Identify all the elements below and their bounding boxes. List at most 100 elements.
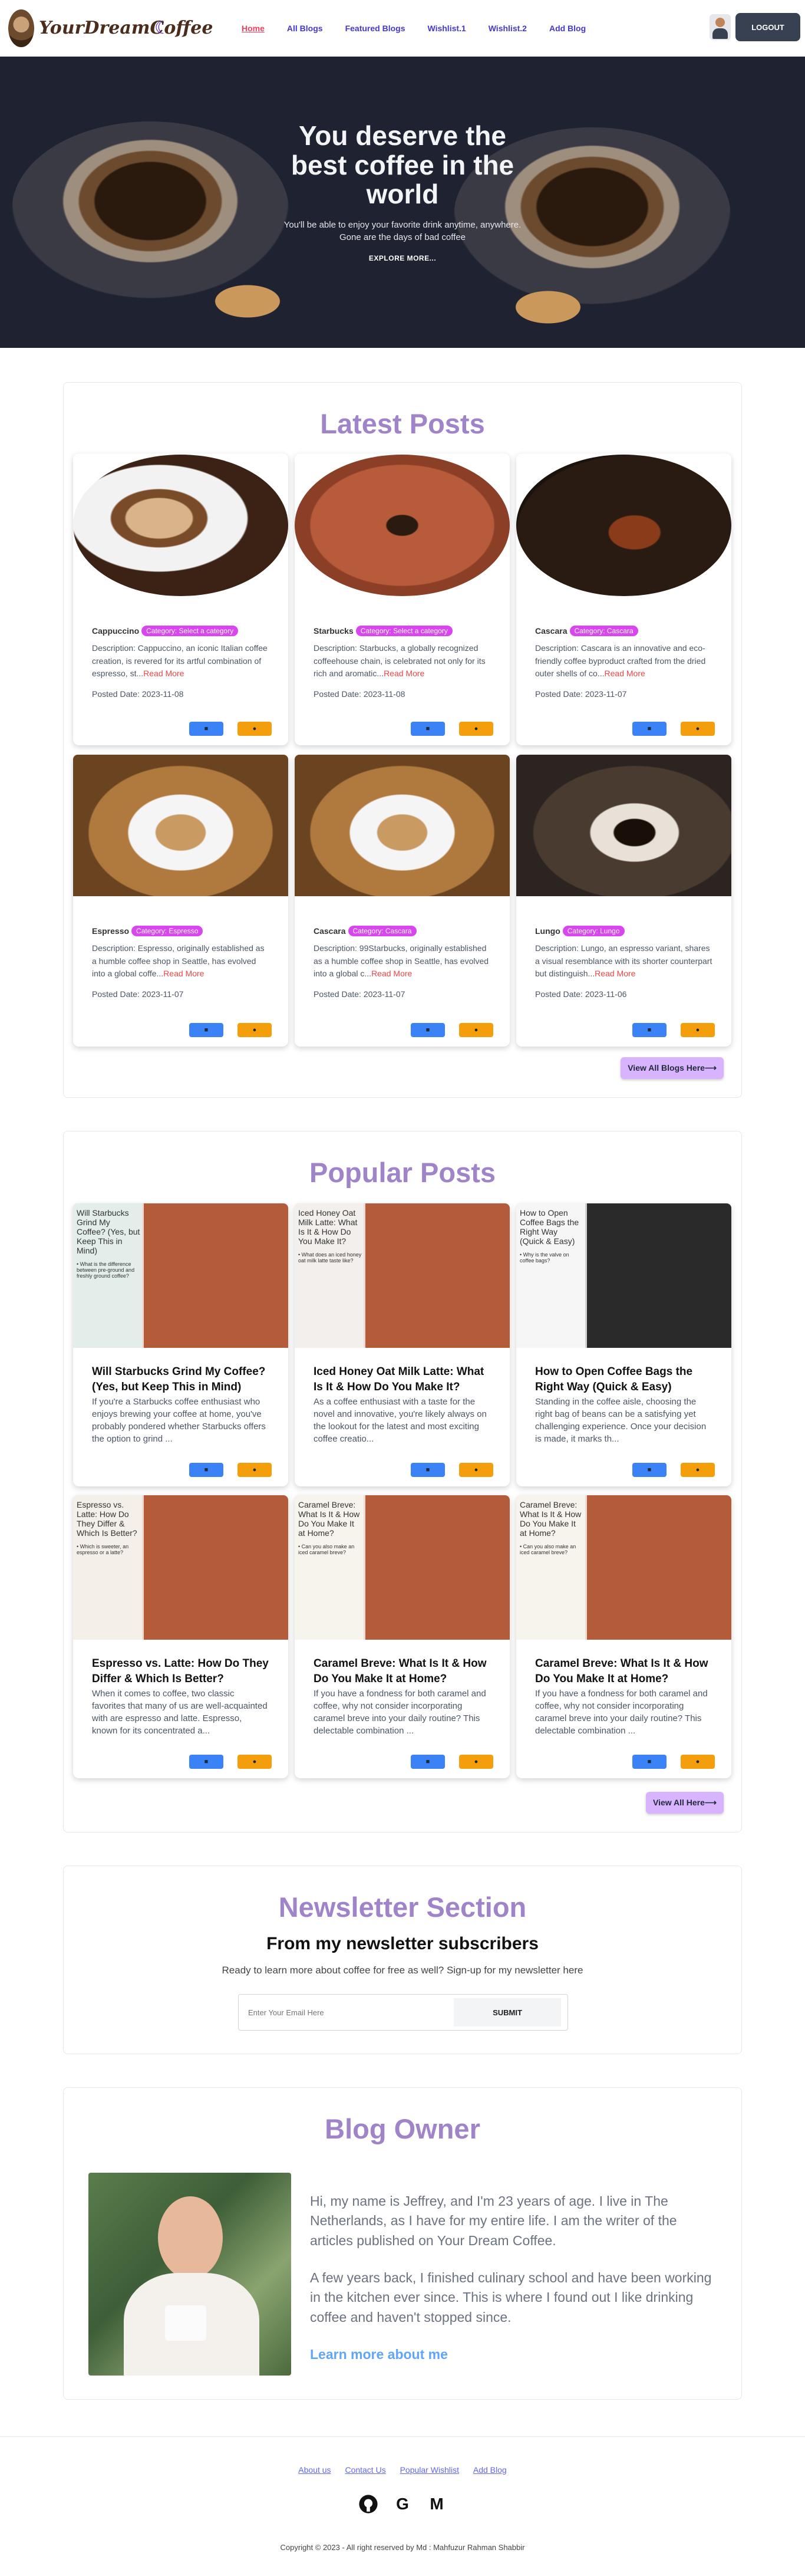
blog-owner-title: Blog Owner [325,2113,480,2144]
bookmark-button[interactable]: ■ [411,1023,445,1037]
nav-links: Home All Blogs Featured Blogs Wishlist.1… [242,24,586,33]
popular-card: Espresso vs. Latte: How Do They Differ &… [73,1495,288,1778]
view-button[interactable]: ● [681,1023,715,1037]
popular-card: Caramel Breve: What Is It & How Do You M… [295,1495,510,1778]
popular-description: When it comes to coffee, two classic fav… [92,1689,268,1736]
post-description: Description: Starbucks, a globally recog… [314,642,491,681]
popular-title[interactable]: Caramel Breve: What Is It & How Do You M… [535,1656,712,1686]
latest-posts-grid: Cappuccino Category: Select a category De… [73,453,732,1047]
popular-description: If you're a Starbucks coffee enthusiast … [92,1397,266,1445]
popular-title[interactable]: Espresso vs. Latte: How Do They Differ &… [92,1656,269,1686]
nav-link-home[interactable]: Home [242,24,265,33]
bookmark-icon: ■ [204,1466,209,1473]
latest-posts-section: Latest Posts Cappuccino Category: Select … [63,382,742,1098]
view-button[interactable]: ● [681,722,715,736]
newsletter-text: Ready to learn more about coffee for fre… [222,1965,583,1976]
github-icon[interactable] [358,2493,379,2515]
popular-title[interactable]: Caramel Breve: What Is It & How Do You M… [314,1656,491,1686]
bookmark-icon: ■ [204,1758,209,1765]
bookmark-button[interactable]: ■ [189,1023,223,1037]
hero-subtitle-line-1: You'll be able to enjoy your favorite dr… [283,220,522,231]
popular-title[interactable]: How to Open Coffee Bags the Right Way (Q… [535,1364,712,1394]
view-all-blogs-button[interactable]: View All Blogs Here⟶ [621,1057,724,1079]
popular-posts-section: Popular Posts Will Starbucks Grind My Co… [63,1131,742,1833]
bookmark-button[interactable]: ■ [411,1755,445,1769]
view-button[interactable]: ● [681,1755,715,1769]
post-description: Description: Lungo, an espresso variant,… [535,942,712,981]
site-logo[interactable]: YourDreamCoffee [8,9,213,47]
footer-link-about[interactable]: About us [298,2465,331,2475]
read-more-link[interactable]: Read More [605,669,645,678]
view-button[interactable]: ● [459,722,493,736]
hero-cookies-right-image [507,287,589,328]
read-more-link[interactable]: Read More [595,969,635,978]
bookmark-icon: ■ [647,725,652,732]
post-card: Cascara Category: Cascara Description: 99… [295,755,510,1047]
footer-link-popular-wishlist[interactable]: Popular Wishlist [400,2465,459,2475]
dark-mode-moon-icon[interactable]: ☾ [154,18,170,38]
bookmark-button[interactable]: ■ [632,1023,667,1037]
bookmark-icon: ■ [425,725,430,732]
newsletter-subtitle: From my newsletter subscribers [266,1934,539,1953]
submit-button[interactable]: SUBMIT [454,1998,561,2026]
nav-link-wishlist-2[interactable]: Wishlist.2 [489,24,527,33]
view-button[interactable]: ● [237,1463,272,1477]
owner-cup-shape [165,2305,206,2341]
logout-button[interactable]: LOGOUT [735,13,800,41]
gmail-icon[interactable]: M [426,2493,447,2515]
read-more-link[interactable]: Read More [143,669,184,678]
nav-link-all-blogs[interactable]: All Blogs [287,24,323,33]
footer-link-contact[interactable]: Contact Us [345,2465,385,2475]
read-more-link[interactable]: Read More [384,669,424,678]
user-avatar[interactable] [710,14,731,40]
nav-link-add-blog[interactable]: Add Blog [549,24,586,33]
view-button[interactable]: ● [681,1463,715,1477]
learn-more-link[interactable]: Learn more about me [310,2347,448,2362]
popular-image-title: Will Starbucks Grind My Coffee? (Yes, bu… [77,1208,140,1256]
post-name: Lungo [535,926,560,936]
popular-card: Will Starbucks Grind My Coffee? (Yes, bu… [73,1203,288,1486]
view-button[interactable]: ● [237,1023,272,1037]
popular-posts-title: Popular Posts [309,1157,496,1188]
bookmark-button[interactable]: ■ [189,722,223,736]
view-button[interactable]: ● [459,1755,493,1769]
bookmark-button[interactable]: ■ [632,1755,667,1769]
popular-title[interactable]: Iced Honey Oat Milk Latte: What Is It & … [314,1364,491,1394]
footer-link-add-blog[interactable]: Add Blog [473,2465,507,2475]
google-icon[interactable]: G [392,2493,413,2515]
eye-icon: ● [252,1466,257,1473]
nav-link-wishlist-1[interactable]: Wishlist.1 [427,24,466,33]
bookmark-button[interactable]: ■ [189,1463,223,1477]
posted-date: Posted Date: 2023-11-07 [92,989,184,999]
explore-more-button[interactable]: EXPLORE MORE... [369,254,436,262]
bookmark-icon: ■ [425,1758,430,1765]
bookmark-button[interactable]: ■ [632,1463,667,1477]
view-button[interactable]: ● [237,1755,272,1769]
read-more-link[interactable]: Read More [163,969,204,978]
category-badge: Category: Select a category [141,626,239,636]
read-more-link[interactable]: Read More [371,969,412,978]
post-description: Description: 99Starbucks, originally est… [314,942,491,981]
post-name: Cappuccino [92,626,140,636]
view-all-popular-button[interactable]: View All Here⟶ [645,1792,724,1814]
newsletter-title: Newsletter Section [278,1891,527,1923]
posted-date: Posted Date: 2023-11-08 [92,689,184,699]
bookmark-button[interactable]: ■ [632,722,667,736]
bookmark-button[interactable]: ■ [411,1463,445,1477]
post-image-espresso [73,755,288,896]
popular-image-question: • Can you also make an iced caramel brev… [298,1544,355,1556]
bookmark-icon: ■ [425,1466,430,1473]
view-button[interactable]: ● [459,1023,493,1037]
view-button[interactable]: ● [237,722,272,736]
view-button[interactable]: ● [459,1463,493,1477]
bookmark-button[interactable]: ■ [189,1755,223,1769]
nav-link-featured-blogs[interactable]: Featured Blogs [345,24,405,33]
popular-image-title: Caramel Breve: What Is It & How Do You M… [298,1500,360,1538]
bookmark-button[interactable]: ■ [411,722,445,736]
popular-title[interactable]: Will Starbucks Grind My Coffee? (Yes, bu… [92,1364,269,1394]
popular-card: How to Open Coffee Bags the Right Way (Q… [516,1203,731,1486]
eye-icon: ● [474,725,479,732]
posted-date: Posted Date: 2023-11-07 [535,689,627,699]
post-name: Espresso [92,926,130,936]
email-input[interactable] [245,2001,451,2024]
